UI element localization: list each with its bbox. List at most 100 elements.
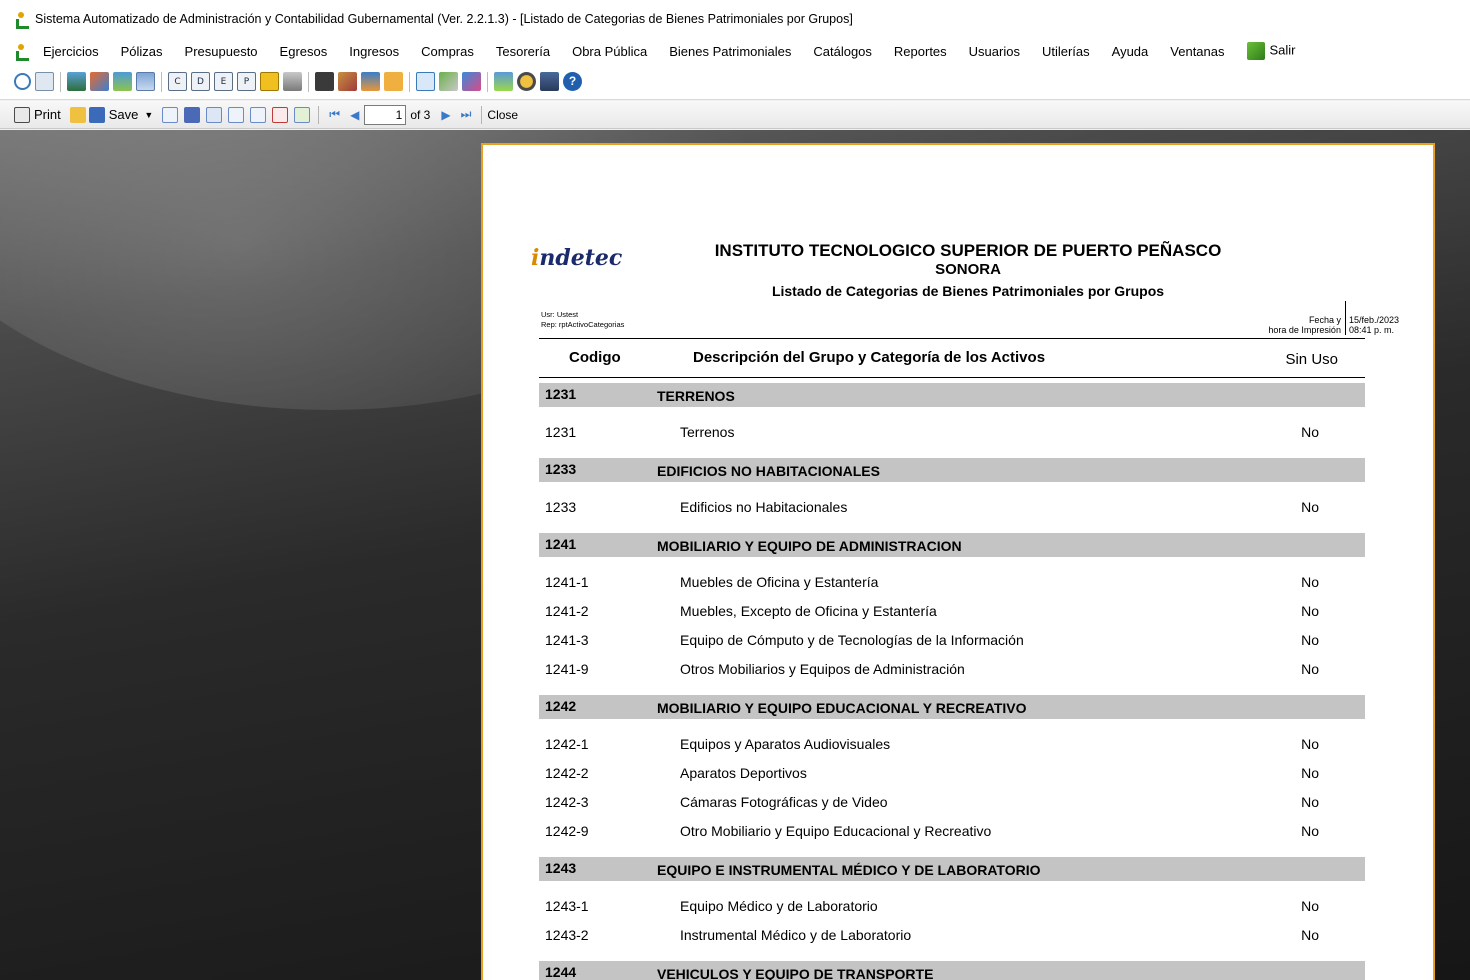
group-code: 1231 bbox=[545, 386, 577, 402]
app-menu-icon[interactable] bbox=[14, 43, 29, 61]
edit-icon[interactable] bbox=[338, 72, 357, 91]
menu-presupuesto[interactable]: Presupuesto bbox=[174, 44, 269, 59]
category-sin-uso: No bbox=[1301, 736, 1319, 752]
letter-p-icon[interactable]: P bbox=[237, 72, 256, 91]
toolbar-separator bbox=[487, 71, 488, 92]
category-description: Instrumental Médico y de Laboratorio bbox=[680, 927, 912, 943]
column-header-codigo: Codigo bbox=[569, 349, 621, 366]
category-row: 1242-2 Aparatos Deportivos No bbox=[539, 761, 1365, 790]
menu-usuarios[interactable]: Usuarios bbox=[958, 44, 1031, 59]
menu-bienes-patrimoniales[interactable]: Bienes Patrimoniales bbox=[658, 44, 802, 59]
window-title-bar: Sistema Automatizado de Administración y… bbox=[0, 0, 1470, 38]
category-sin-uso: No bbox=[1301, 632, 1319, 648]
page-setup-icon[interactable] bbox=[294, 106, 311, 123]
menu-salir[interactable]: Salir bbox=[1236, 42, 1307, 60]
menu-obra-publica[interactable]: Obra Pública bbox=[561, 44, 658, 59]
zoom-icon[interactable] bbox=[228, 106, 245, 123]
report-icon[interactable] bbox=[416, 72, 435, 91]
category-code: 1241-3 bbox=[545, 632, 589, 648]
group-name: VEHICULOS Y EQUIPO DE TRANSPORTE bbox=[657, 966, 934, 980]
category-row: 1241-1 Muebles de Oficina y Estantería No bbox=[539, 570, 1365, 599]
menu-utilerias[interactable]: Utilerías bbox=[1031, 44, 1101, 59]
clipboard-icon[interactable] bbox=[315, 72, 334, 91]
email-icon[interactable] bbox=[162, 106, 179, 123]
report-title: Listado de Categorias de Bienes Patrimon… bbox=[771, 283, 1165, 299]
letter-e-icon[interactable]: E bbox=[214, 72, 233, 91]
copy-pages-icon[interactable] bbox=[250, 106, 267, 123]
import-icon[interactable] bbox=[113, 72, 132, 91]
category-description: Terrenos bbox=[680, 424, 735, 440]
tools-icon[interactable] bbox=[439, 72, 458, 91]
row-spacer bbox=[539, 952, 1365, 961]
hierarchy-icon[interactable] bbox=[494, 72, 513, 91]
menu-ayuda[interactable]: Ayuda bbox=[1101, 44, 1160, 59]
menu-egresos[interactable]: Egresos bbox=[269, 44, 339, 59]
category-code: 1242-3 bbox=[545, 794, 589, 810]
transfer-icon[interactable] bbox=[90, 72, 109, 91]
letter-c-icon[interactable]: C bbox=[168, 72, 187, 91]
category-row: 1233 Edificios no Habitacionales No bbox=[539, 495, 1365, 524]
previous-page-icon[interactable]: ◀ bbox=[350, 108, 359, 122]
box-icon[interactable] bbox=[384, 72, 403, 91]
category-code: 1233 bbox=[545, 499, 577, 515]
row-spacer bbox=[539, 848, 1365, 857]
category-code: 1242-1 bbox=[545, 736, 589, 752]
category-code: 1242-2 bbox=[545, 765, 589, 781]
find-binoculars-icon[interactable] bbox=[184, 106, 201, 123]
refresh-icon[interactable] bbox=[14, 73, 31, 90]
menu-compras[interactable]: Compras bbox=[410, 44, 485, 59]
help-icon[interactable]: ? bbox=[563, 72, 582, 91]
delete-page-icon[interactable] bbox=[272, 106, 289, 123]
report-viewer-toolbar: Print Save ▼ ⏮ ◀ of 3 ▶ ⏭ Close bbox=[0, 101, 1470, 129]
menu-reportes[interactable]: Reportes bbox=[883, 44, 958, 59]
category-row: 1242-3 Cámaras Fotográficas y de Video No bbox=[539, 790, 1365, 819]
calculator-icon[interactable] bbox=[540, 72, 559, 91]
first-page-icon[interactable]: ⏮ bbox=[329, 107, 340, 122]
category-sin-uso: No bbox=[1301, 424, 1319, 440]
report-user: Usr: Ustest bbox=[541, 310, 579, 319]
report-rep-name: Rep: rptActivoCategorias bbox=[541, 320, 625, 329]
category-description: Muebles, Excepto de Oficina y Estantería bbox=[680, 603, 937, 619]
category-sin-uso: No bbox=[1301, 661, 1319, 677]
column-header-sin-uso: Sin Uso bbox=[1285, 351, 1338, 368]
menu-catalogos[interactable]: Catálogos bbox=[802, 44, 883, 59]
row-spacer bbox=[539, 449, 1365, 458]
menu-ejercicios[interactable]: Ejercicios bbox=[32, 44, 110, 59]
category-row: 1242-9 Otro Mobiliario y Equipo Educacion… bbox=[539, 819, 1365, 848]
payment-icon[interactable] bbox=[260, 72, 279, 91]
category-sin-uso: No bbox=[1301, 574, 1319, 590]
user-settings-icon[interactable] bbox=[517, 72, 536, 91]
menu-polizas[interactable]: Pólizas bbox=[110, 44, 174, 59]
date-label-1: Fecha y bbox=[1308, 315, 1341, 325]
truck-icon[interactable] bbox=[361, 72, 380, 91]
category-sin-uso: No bbox=[1301, 794, 1319, 810]
category-description: Aparatos Deportivos bbox=[680, 765, 807, 781]
save-button[interactable]: Save ▼ bbox=[88, 106, 153, 123]
page-number-input[interactable] bbox=[364, 104, 407, 125]
row-spacer bbox=[539, 524, 1365, 533]
close-button[interactable]: Close bbox=[487, 108, 518, 122]
chevron-down-icon[interactable]: ▼ bbox=[144, 110, 153, 120]
next-page-icon[interactable]: ▶ bbox=[441, 108, 450, 122]
last-page-icon[interactable]: ⏭ bbox=[461, 107, 472, 122]
menu-ingresos[interactable]: Ingresos bbox=[338, 44, 410, 59]
users-icon[interactable] bbox=[67, 72, 86, 91]
category-code: 1242-9 bbox=[545, 823, 589, 839]
table-icon[interactable] bbox=[136, 72, 155, 91]
open-folder-icon[interactable] bbox=[69, 106, 86, 123]
menu-tesoreria[interactable]: Tesorería bbox=[485, 44, 561, 59]
print-button[interactable]: Print bbox=[14, 106, 61, 123]
letter-d-icon[interactable]: D bbox=[191, 72, 210, 91]
printer-icon[interactable] bbox=[283, 72, 302, 91]
document-icon[interactable] bbox=[35, 72, 54, 91]
save-label: Save bbox=[108, 107, 139, 122]
thumbnails-icon[interactable] bbox=[206, 106, 223, 123]
exit-door-icon bbox=[1246, 42, 1265, 60]
category-description: Otros Mobiliarios y Equipos de Administr… bbox=[680, 661, 965, 677]
group-code: 1242 bbox=[545, 698, 577, 714]
app-logo-icon bbox=[14, 11, 29, 29]
group-row: 1242 MOBILIARIO Y EQUIPO EDUCACIONAL Y RE… bbox=[539, 695, 1365, 719]
menu-ventanas[interactable]: Ventanas bbox=[1159, 44, 1235, 59]
network-icon[interactable] bbox=[462, 72, 481, 91]
toolbar-separator bbox=[481, 105, 483, 124]
